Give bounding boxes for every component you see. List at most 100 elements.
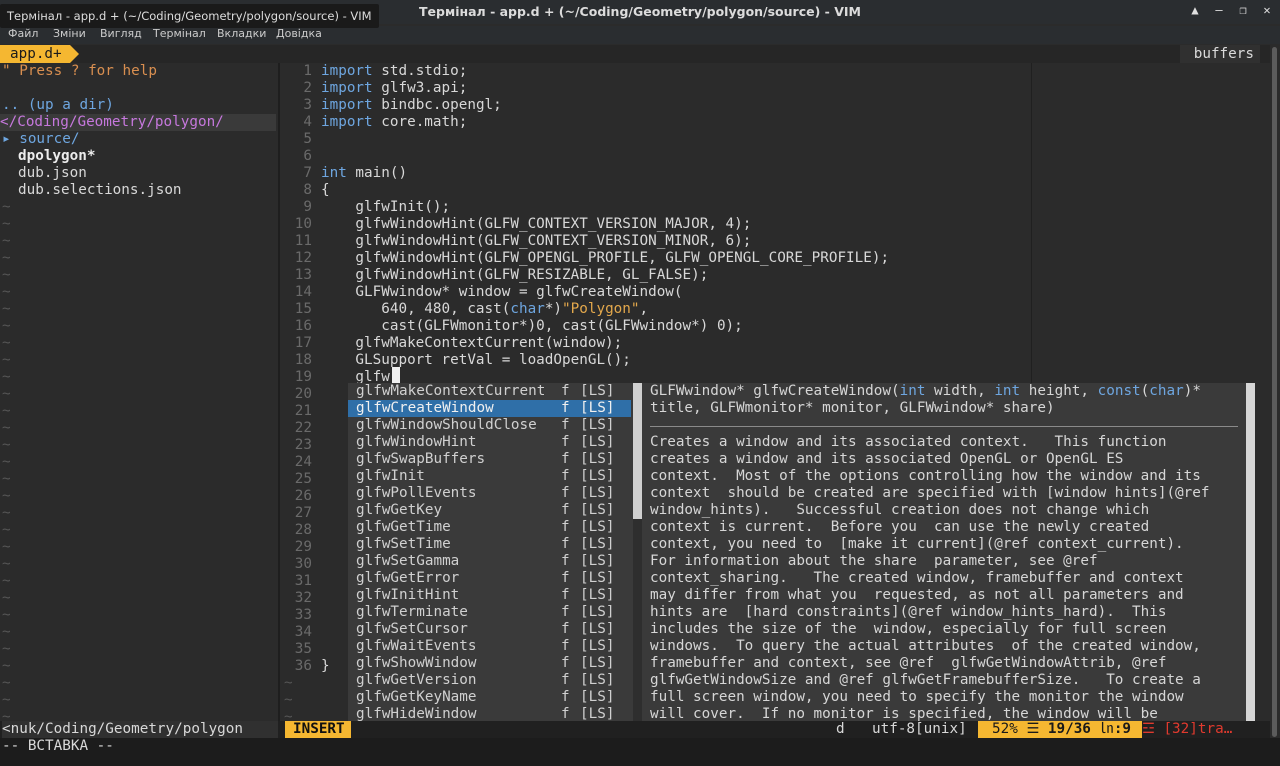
completion-menu: [LS] — [580, 502, 615, 518]
completion-name: glfwGetError — [356, 570, 460, 586]
command-line[interactable]: -- ВСТАВКА -- — [0, 738, 1280, 766]
doc-line: framebuffer and context, see @ref glfwGe… — [650, 655, 1167, 671]
completion-name: glfwInit — [356, 468, 425, 484]
code-line-36: } — [321, 658, 330, 674]
completion-item[interactable]: glfwGetKeyName f [LS] — [348, 689, 631, 706]
line-number: 32 — [294, 590, 312, 606]
completion-menu: [LS] — [580, 434, 615, 450]
doc-line: Creates a window and its associated cont… — [650, 434, 1167, 450]
completion-item[interactable]: glfwSetTime f [LS] — [348, 536, 631, 553]
window-close-icon[interactable]: ✕ — [1260, 3, 1274, 17]
menu-tabs[interactable]: Вкладки — [217, 27, 266, 40]
completion-kind: f — [561, 604, 570, 620]
buffers-label[interactable]: buffers — [1179, 45, 1260, 63]
tree-filler-tilde: ~ — [2, 641, 11, 657]
code-line-12: glfwWindowHint(GLFW_OPENGL_PROFILE, GLFW… — [321, 250, 890, 266]
completion-item[interactable]: glfwInitHint f [LS] — [348, 587, 631, 604]
completion-name: glfwCreateWindow — [356, 400, 494, 416]
completion-item[interactable]: glfwWindowShouldClose f [LS] — [348, 417, 631, 434]
terminal-scrollbar-thumb[interactable] — [1272, 47, 1277, 737]
completion-kind: f — [561, 451, 570, 467]
tab-app-d[interactable]: app.d+ — [0, 45, 79, 63]
line-number: 21 — [294, 403, 312, 419]
completion-item[interactable]: glfwPollEvents f [LS] — [348, 485, 631, 502]
completion-menu: [LS] — [580, 672, 615, 688]
line-number: 2 — [303, 80, 312, 96]
completion-item[interactable]: glfwCreateWindow f [LS] — [348, 400, 631, 417]
line-number: 12 — [294, 250, 312, 266]
completion-kind: f — [561, 485, 570, 501]
completion-item[interactable]: glfwGetError f [LS] — [348, 570, 631, 587]
completion-kind: f — [561, 468, 570, 484]
line-number: 33 — [294, 607, 312, 623]
completion-item[interactable]: glfwWaitEvents f [LS] — [348, 638, 631, 655]
window-up-icon[interactable]: ▲ — [1188, 3, 1202, 17]
tree-up-dir[interactable]: .. (up a dir) — [2, 97, 114, 114]
tree-item-dub-json[interactable]: dub.json — [18, 165, 87, 182]
menu-view[interactable]: Вигляд — [100, 27, 142, 40]
tree-filler-tilde: ~ — [2, 437, 11, 453]
doc-line: windows. To query the actual attributes … — [650, 638, 1201, 654]
window-maximize-icon[interactable]: ❐ — [1236, 3, 1250, 17]
completion-scrollbar-thumb[interactable] — [633, 383, 642, 519]
doc-line: hints are [hard constraints](@ref window… — [650, 604, 1167, 620]
line-number: 24 — [294, 454, 312, 470]
docs-scrollbar[interactable] — [1246, 383, 1255, 723]
code-line-2: import glfw3.api; — [321, 80, 468, 96]
tree-item-source[interactable]: ▸ source/ — [2, 131, 79, 148]
completion-name: glfwInitHint — [356, 587, 460, 603]
completion-item[interactable]: glfwGetVersion f [LS] — [348, 672, 631, 689]
completion-item[interactable]: glfwGetKey f [LS] — [348, 502, 631, 519]
code-line-13: glfwWindowHint(GLFW_RESIZABLE, GL_FALSE)… — [321, 267, 709, 283]
completion-menu: [LS] — [580, 604, 615, 620]
completion-item[interactable]: glfwInit f [LS] — [348, 468, 631, 485]
line-number: 26 — [294, 488, 312, 504]
completion-kind: f — [561, 621, 570, 637]
completion-item[interactable]: glfwWindowHint f [LS] — [348, 434, 631, 451]
tree-filler-tilde: ~ — [2, 590, 11, 606]
doc-line: context, you need to [make it current](@… — [650, 536, 1184, 552]
tree-cwd[interactable]: </Coding/Geometry/polygon/ — [0, 114, 276, 131]
completion-name: glfwMakeContextCurrent — [356, 383, 546, 399]
tree-filler-tilde: ~ — [2, 454, 11, 470]
completion-item[interactable]: glfwMakeContextCurrent f [LS] — [348, 383, 631, 400]
tree-filler-tilde: ~ — [2, 624, 11, 640]
completion-item[interactable]: glfwTerminate f [LS] — [348, 604, 631, 621]
tree-filler-tilde: ~ — [2, 250, 11, 266]
window-minimize-icon[interactable]: – — [1212, 3, 1226, 17]
completion-item[interactable]: glfwShowWindow f [LS] — [348, 655, 631, 672]
tree-filler-tilde: ~ — [2, 369, 11, 385]
completion-kind: f — [561, 553, 570, 569]
tree-item-dpolygon[interactable]: dpolygon* — [18, 148, 95, 165]
completion-name: glfwGetKeyName — [356, 689, 477, 705]
menu-help[interactable]: Довідка — [276, 27, 322, 40]
completion-item[interactable]: glfwSetGamma f [LS] — [348, 553, 631, 570]
menu-edit[interactable]: Зміни — [53, 27, 86, 40]
completion-item[interactable]: glfwGetTime f [LS] — [348, 519, 631, 536]
completion-menu: glfwMakeContextCurrent f [LS] glfwCreateWin… — [348, 383, 633, 723]
status-filetype: d — [836, 721, 845, 737]
completion-kind: f — [561, 536, 570, 552]
line-number: 5 — [303, 131, 312, 147]
menu-file[interactable]: Файл — [8, 27, 38, 40]
line-number: 10 — [294, 216, 312, 232]
completion-item[interactable]: glfwSetCursor f [LS] — [348, 621, 631, 638]
line-number: 6 — [303, 148, 312, 164]
completion-item[interactable]: glfwSwapBuffers f [LS] — [348, 451, 631, 468]
tree-filler-tilde: ~ — [2, 573, 11, 589]
completion-menu: [LS] — [580, 417, 615, 433]
completion-menu: [LS] — [580, 621, 615, 637]
line-number: 4 — [303, 114, 312, 130]
code-line-7: int main() — [321, 165, 408, 181]
status-warning[interactable]: ☲ [32]tra… — [1142, 721, 1270, 738]
code-line-15: 640, 480, cast(char*)"Polygon", — [321, 301, 649, 317]
completion-name: glfwSwapBuffers — [356, 451, 486, 467]
menu-terminal[interactable]: Термінал — [153, 27, 206, 40]
tree-item-dub-selections[interactable]: dub.selections.json — [18, 182, 182, 199]
code-line-3: import bindbc.opengl; — [321, 97, 502, 113]
completion-kind: f — [561, 400, 570, 416]
code-line-18: GLSupport retVal = loadOpenGL(); — [321, 352, 631, 368]
mode-message: -- ВСТАВКА -- — [2, 738, 114, 754]
window-controls: ▲ – ❐ ✕ — [1188, 3, 1274, 17]
line-number: 22 — [294, 420, 312, 436]
